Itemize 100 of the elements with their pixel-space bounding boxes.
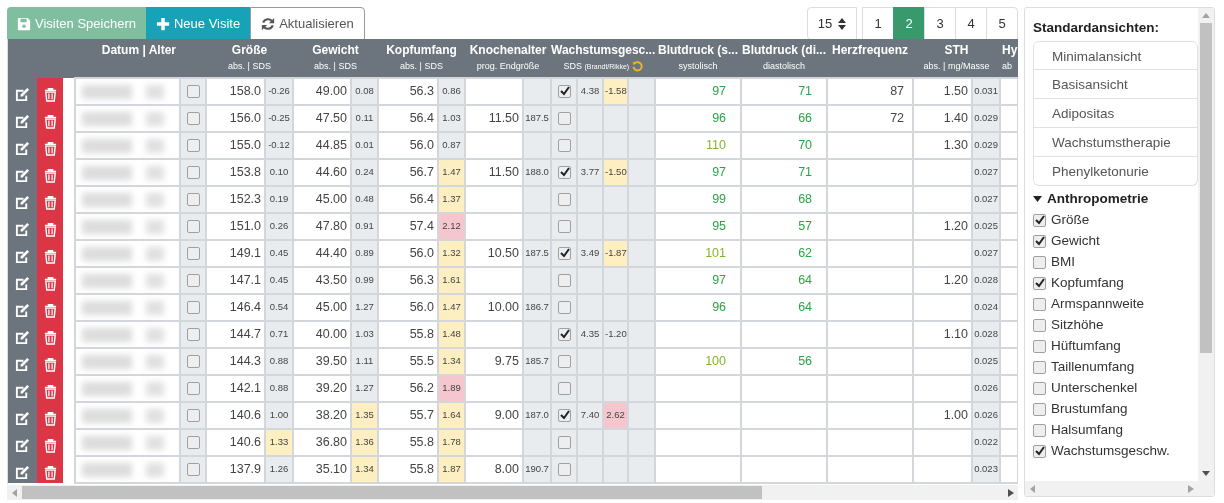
table-cell: 97 <box>712 84 727 99</box>
table-cell: 0.11 <box>355 112 374 124</box>
checkbox[interactable] <box>186 85 200 99</box>
table-cell: 1.11 <box>355 355 374 367</box>
checkbox[interactable] <box>557 166 571 180</box>
table-cell: 0.028 <box>974 274 998 286</box>
table-cell: 151.0 <box>229 219 261 234</box>
table-cell: 11.50 <box>488 111 519 126</box>
table-cell: 140.6 <box>229 435 261 450</box>
view-item[interactable]: Wachstumstherapie <box>1033 128 1198 158</box>
checkbox[interactable] <box>1033 444 1046 458</box>
table-cell: 95 <box>712 219 727 234</box>
table-cell: 0.025 <box>974 355 998 367</box>
checkbox[interactable] <box>557 193 571 207</box>
checkbox[interactable] <box>186 112 200 126</box>
vertical-scrollbar[interactable] <box>1198 8 1214 481</box>
checkbox[interactable] <box>557 463 571 477</box>
page-button[interactable]: 1 <box>862 7 894 40</box>
checkbox[interactable] <box>557 382 571 396</box>
checkbox[interactable] <box>1033 339 1046 353</box>
table-cell: 71 <box>798 165 813 180</box>
table-cell: 49.00 <box>315 84 347 99</box>
table-cell: 68 <box>798 192 813 207</box>
page-button[interactable]: 3 <box>924 7 956 40</box>
table-cell: 146.4 <box>229 300 261 315</box>
view-item[interactable]: Minimalansicht <box>1033 41 1198 71</box>
table-cell: 35.10 <box>315 462 347 477</box>
column-header: Hy <box>1002 43 1018 57</box>
group-title[interactable]: Anthropometrie <box>1047 189 1149 210</box>
checkbox[interactable] <box>186 301 200 315</box>
refresh-button[interactable]: Aktualisieren <box>250 7 365 40</box>
checkbox[interactable] <box>1033 234 1046 248</box>
checkbox[interactable] <box>557 355 571 369</box>
checkbox[interactable] <box>1033 213 1046 227</box>
checkbox-label: Hüftumfang <box>1051 336 1121 355</box>
table-cell: 43.50 <box>315 273 347 288</box>
checkbox[interactable] <box>557 328 571 342</box>
column-subtitle: prog. Endgröße <box>476 61 540 71</box>
table-cell: 4.35 <box>580 328 600 340</box>
checkbox[interactable] <box>186 166 200 180</box>
column-subtitle: SDS <box>563 61 582 71</box>
table-cell: 40.00 <box>315 327 347 342</box>
table-cell: 187.0 <box>525 409 549 421</box>
page-size-select[interactable]: 15 <box>807 7 857 40</box>
table-cell: 0.028 <box>974 328 998 340</box>
checkbox[interactable] <box>186 274 200 288</box>
table-cell: 0.023 <box>974 463 998 475</box>
checkbox[interactable] <box>186 382 200 396</box>
checkbox[interactable] <box>557 274 571 288</box>
table-cell: 0.71 <box>269 328 289 340</box>
table-cell: 38.20 <box>315 408 347 423</box>
reset-icon[interactable] <box>631 61 643 73</box>
page-button[interactable]: 2 <box>893 7 925 40</box>
column-header: STH <box>944 43 969 57</box>
checkbox[interactable] <box>186 247 200 261</box>
table-cell: 4.38 <box>580 85 600 97</box>
checkbox[interactable] <box>186 328 200 342</box>
checkbox[interactable] <box>186 409 200 423</box>
table-cell: 0.19 <box>269 193 289 205</box>
checkbox[interactable] <box>186 436 200 450</box>
table-cell: 0.024 <box>974 301 998 313</box>
checkbox[interactable] <box>186 139 200 153</box>
checkbox[interactable] <box>1033 423 1046 437</box>
highlighted-cell: -1.58 <box>603 78 628 105</box>
table-cell: 1.20 <box>943 219 969 234</box>
table-cell: 1.30 <box>943 138 969 153</box>
checkbox[interactable] <box>557 85 571 99</box>
checkbox[interactable] <box>186 355 200 369</box>
checkbox[interactable] <box>557 301 571 315</box>
checkbox[interactable] <box>186 193 200 207</box>
table-cell: 8.00 <box>494 462 519 477</box>
checkbox[interactable] <box>1033 381 1046 395</box>
checkbox[interactable] <box>1033 402 1046 416</box>
table-cell: 142.1 <box>229 381 261 396</box>
table-cell: 0.01 <box>355 139 374 151</box>
horizontal-scrollbar[interactable] <box>7 485 1018 500</box>
view-item[interactable]: Basisansicht <box>1033 70 1198 100</box>
checkbox[interactable] <box>186 220 200 234</box>
table-cell: 1.27 <box>355 382 374 394</box>
table-cell: 47.80 <box>315 219 347 234</box>
checkbox-label: Halsumfang <box>1051 420 1124 439</box>
view-item[interactable]: Adipositas <box>1033 99 1198 129</box>
checkbox[interactable] <box>557 220 571 234</box>
checkbox[interactable] <box>1033 276 1046 290</box>
table-cell: 187.5 <box>525 247 549 259</box>
checkbox[interactable] <box>557 436 571 450</box>
checkbox[interactable] <box>557 247 571 261</box>
page-button[interactable]: 5 <box>986 7 1018 40</box>
table-cell: 1.03 <box>442 112 461 124</box>
checkbox[interactable] <box>1033 255 1046 269</box>
column-header: Wachstumsgesc... <box>551 43 656 57</box>
caret-down-icon[interactable] <box>1033 196 1042 203</box>
view-item[interactable]: Phenylketonurie <box>1033 157 1198 187</box>
checkbox[interactable] <box>186 463 200 477</box>
checkbox[interactable] <box>1033 360 1046 374</box>
checkbox[interactable] <box>1033 297 1046 311</box>
checkbox[interactable] <box>557 112 571 126</box>
checkbox[interactable] <box>1033 318 1046 332</box>
checkbox[interactable] <box>557 139 571 153</box>
checkbox[interactable] <box>557 409 571 423</box>
